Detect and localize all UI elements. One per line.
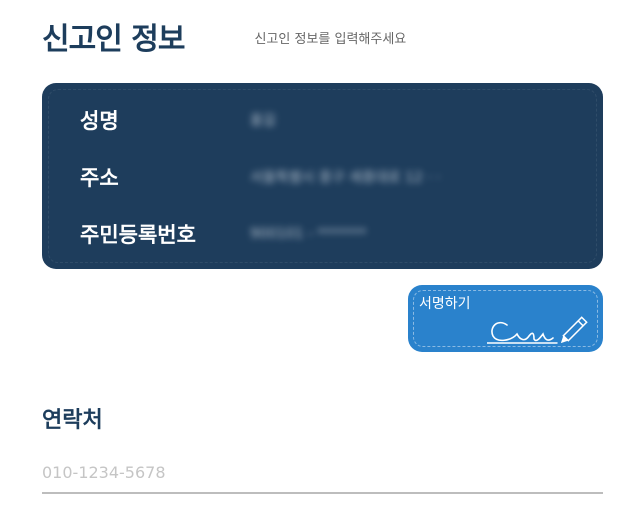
sign-button[interactable]: 서명하기 [408,285,603,352]
sign-button-label: 서명하기 [419,296,471,312]
address-value: 서울특별시 중구 세종대로 12 · · [250,170,441,186]
contact-label: 연락처 [42,408,103,433]
rrn-value: 900101 - ******* [250,226,367,242]
address-row: 주소 서울특별시 중구 세종대로 12 · · [80,162,441,192]
address-label: 주소 [80,166,119,190]
section-header: 신고인 정보 신고인 정보를 입력해주세요 [42,14,406,58]
rrn-row: 주민등록번호 900101 - ******* [80,219,366,249]
name-row: 성명 홍길 [80,105,276,135]
signature-pen-icon [487,316,588,344]
page-title: 신고인 정보 [42,22,185,57]
name-value: 홍길 [250,113,276,129]
reporter-info-card: 성명 홍길 주소 서울특별시 중구 세종대로 12 · · 주민등록번호 900… [42,83,603,269]
contact-input[interactable] [42,452,603,494]
name-label: 성명 [80,109,119,133]
rrn-label: 주민등록번호 [80,223,196,247]
page-subtitle: 신고인 정보를 입력해주세요 [254,32,407,47]
